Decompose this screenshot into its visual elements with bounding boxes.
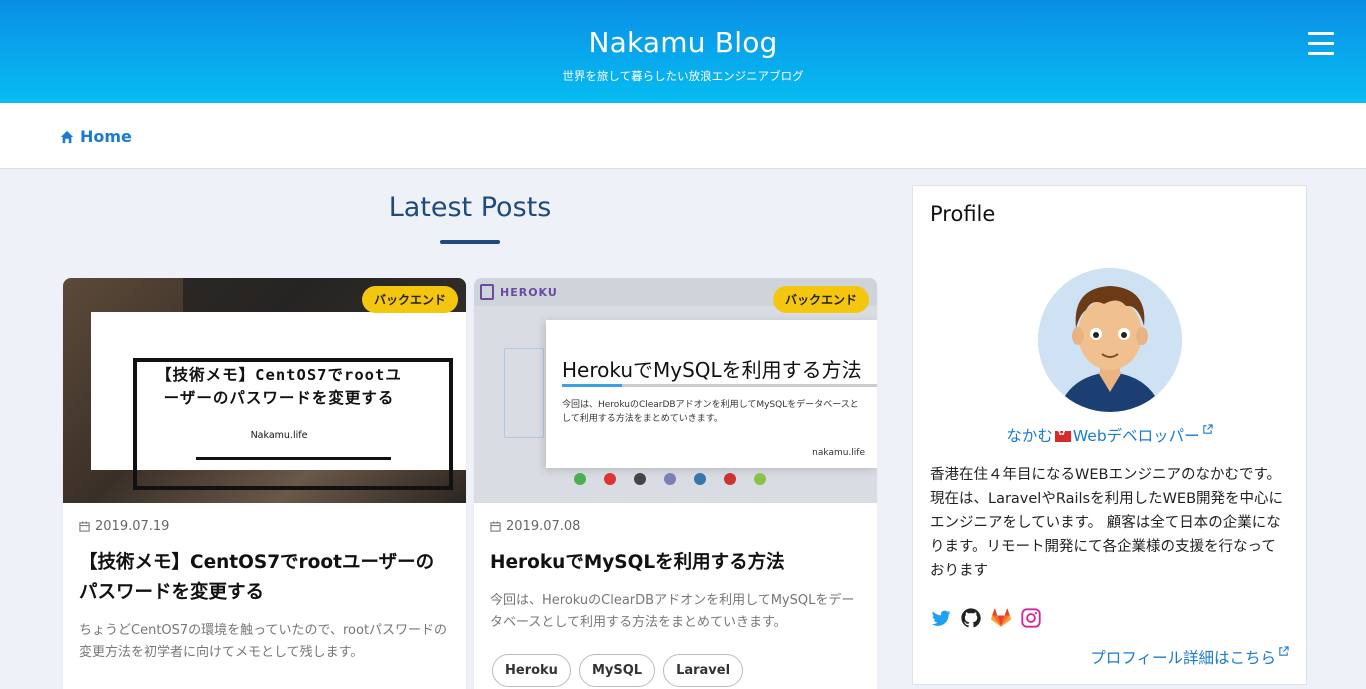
profile-detail-label: プロフィール詳細はこちら bbox=[1090, 649, 1276, 668]
profile-bio: 香港在住４年目になるWEBエンジニアのなかむです。 現在は、LaravelやRa… bbox=[930, 467, 1284, 579]
tag-heroku[interactable]: Heroku bbox=[492, 654, 571, 687]
post-excerpt: 今回は、HerokuのClearDBアドオンを利用してMySQLをデータベースと… bbox=[490, 593, 855, 630]
hamburger-icon[interactable] bbox=[1308, 32, 1334, 62]
illustration bbox=[504, 348, 544, 438]
post-thumbnail[interactable]: HEROKU HerokuでMySQLを利用する方法 今回は、HerokuのCl… bbox=[474, 278, 877, 503]
post-card[interactable]: HEROKU HerokuでMySQLを利用する方法 今回は、HerokuのCl… bbox=[474, 278, 877, 689]
gitlab-icon[interactable] bbox=[990, 607, 1012, 629]
profile-title: Profile bbox=[930, 202, 996, 226]
breadcrumb-home-label: Home bbox=[80, 127, 132, 146]
heroku-logo-text: HEROKU bbox=[500, 286, 558, 299]
profile-widget: Profile なかむ Webデベロッパー 香港在住４年目になるWEBエンジニアの… bbox=[912, 185, 1307, 685]
instagram-icon[interactable] bbox=[1020, 607, 1042, 629]
tag-list: Heroku MySQL Laravel bbox=[492, 654, 744, 687]
social-links bbox=[930, 607, 1042, 629]
profile-detail-link[interactable]: プロフィール詳細はこちら bbox=[1090, 646, 1289, 668]
breadcrumb: Home bbox=[0, 103, 1366, 169]
post-date: 2019.07.08 bbox=[490, 519, 580, 534]
home-icon bbox=[60, 130, 74, 143]
tech-icons bbox=[574, 473, 766, 485]
avatar bbox=[1038, 268, 1182, 412]
post-thumbnail[interactable]: 【技術メモ】CentOS7でrootユ ーザーのパスワードを変更する Nakam… bbox=[63, 278, 466, 503]
site-subtitle: 世界を旅して暮らしたい放浪エンジニアブログ bbox=[562, 69, 804, 83]
thumbnail-desc: 今回は、HerokuのClearDBアドオンを利用してMySQLをデータベースと… bbox=[562, 400, 859, 424]
site-title[interactable]: Nakamu Blog bbox=[0, 26, 1366, 59]
thumbnail-text-line: ーザーのパスワードを変更する bbox=[163, 389, 395, 407]
thumbnail-signature: nakamu.life bbox=[812, 448, 865, 458]
profile-role: Webデベロッパー bbox=[1072, 427, 1200, 446]
post-date-text: 2019.07.08 bbox=[506, 519, 581, 534]
category-badge[interactable]: バックエンド bbox=[361, 286, 458, 313]
hong-kong-flag-icon bbox=[1054, 428, 1071, 443]
heroku-logo-icon bbox=[480, 284, 494, 300]
external-link-icon bbox=[1202, 424, 1213, 434]
breadcrumb-home[interactable]: Home bbox=[60, 127, 132, 146]
post-card[interactable]: 【技術メモ】CentOS7でrootユ ーザーのパスワードを変更する Nakam… bbox=[63, 278, 466, 689]
github-icon[interactable] bbox=[960, 607, 982, 629]
post-title[interactable]: 【技術メモ】CentOS7でrootユーザーのパスワードを変更する bbox=[79, 548, 450, 608]
post-date-text: 2019.07.19 bbox=[95, 519, 170, 534]
post-excerpt: ちょうどCentOS7の環境を触っていたので、rootパスワードの変更方法を初学… bbox=[79, 623, 448, 660]
tag-mysql[interactable]: MySQL bbox=[578, 654, 656, 687]
twitter-icon[interactable] bbox=[930, 607, 952, 629]
heading-underline bbox=[440, 240, 500, 244]
calendar-icon bbox=[490, 521, 501, 532]
profile-name-link[interactable]: なかむ Webデベロッパー bbox=[913, 424, 1306, 446]
thumbnail-panel: HerokuでMySQLを利用する方法 今回は、HerokuのClearDBアド… bbox=[546, 320, 877, 468]
category-badge[interactable]: バックエンド bbox=[772, 286, 869, 313]
thumbnail-panel: 【技術メモ】CentOS7でrootユ ーザーのパスワードを変更する Nakam… bbox=[91, 312, 466, 490]
thumbnail-signature: Nakamu.life bbox=[250, 430, 308, 441]
site-header: Nakamu Blog 世界を旅して暮らしたい放浪エンジニアブログ bbox=[0, 0, 1366, 103]
thumbnail-text-line: 【技術メモ】CentOS7でrootユ bbox=[156, 366, 402, 384]
tag-laravel[interactable]: Laravel bbox=[663, 654, 744, 687]
latest-posts-heading: Latest Posts bbox=[388, 192, 552, 223]
post-date: 2019.07.19 bbox=[79, 519, 169, 534]
external-link-icon bbox=[1279, 646, 1289, 656]
post-title[interactable]: HerokuでMySQLを利用する方法 bbox=[490, 548, 861, 578]
calendar-icon bbox=[79, 521, 90, 532]
thumbnail-title: HerokuでMySQLを利用する方法 bbox=[562, 358, 862, 382]
profile-name: なかむ bbox=[1006, 427, 1053, 446]
